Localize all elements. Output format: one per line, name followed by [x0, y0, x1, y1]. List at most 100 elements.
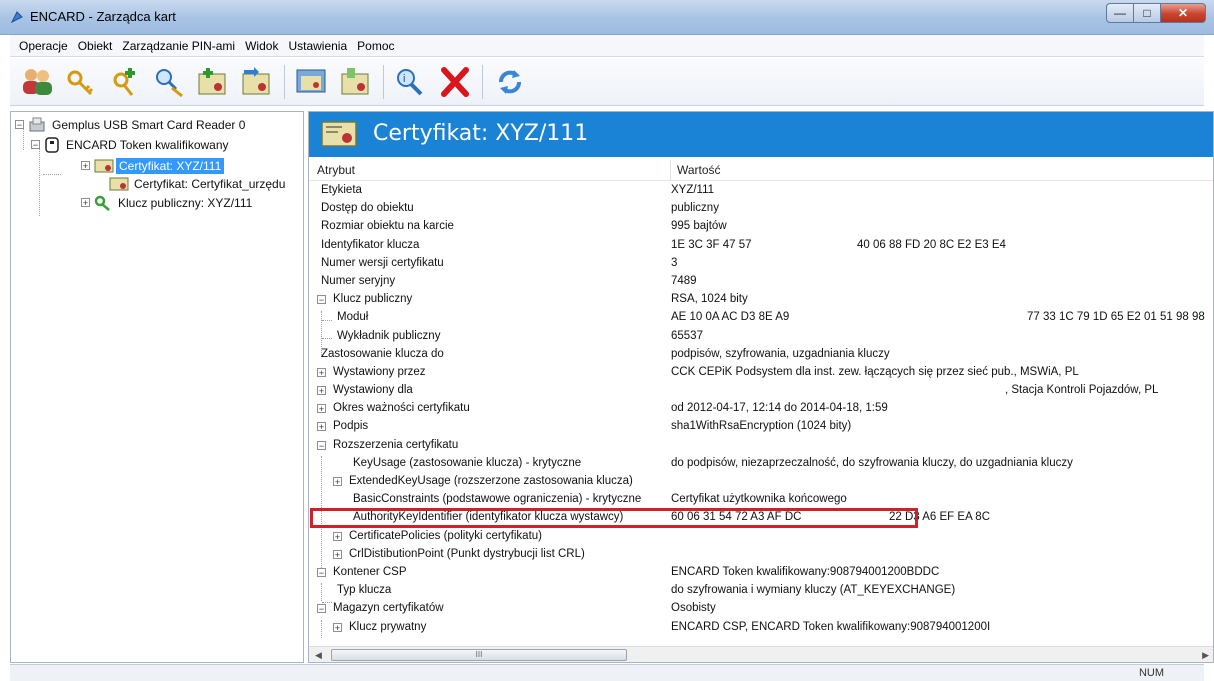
attribute-value-continued: 22 D3 A6 EF EA 8C: [889, 511, 991, 524]
tree-item-reader[interactable]: − Gemplus USB Smart Card Reader 0: [15, 116, 248, 133]
collapse-toggle[interactable]: −: [15, 120, 24, 130]
attribute-row[interactable]: + Podpis sha1WithRsaEncryption (1024 bit…: [309, 418, 1213, 436]
attribute-row[interactable]: Wykładnik publiczny 65537: [309, 328, 1213, 346]
users-button[interactable]: [18, 63, 56, 101]
cert-import-button[interactable]: [337, 63, 375, 101]
delete-icon: [441, 66, 469, 97]
svg-text:i: i: [403, 73, 405, 85]
attribute-row[interactable]: Typ klucza do szyfrowania i wymiany kluc…: [309, 582, 1213, 600]
column-value[interactable]: Wartość: [677, 163, 721, 177]
minimize-button[interactable]: —: [1106, 3, 1133, 23]
search-key-button[interactable]: [150, 63, 188, 101]
attribute-row[interactable]: − Magazyn certyfikatów Osobisty: [309, 600, 1213, 618]
public-key-icon: [94, 195, 110, 211]
expand-toggle[interactable]: +: [317, 404, 326, 414]
menu-widok[interactable]: Widok: [240, 39, 283, 53]
attribute-row[interactable]: Dostęp do obiektu publiczny: [309, 200, 1213, 218]
attribute-name: Dostęp do obiektu: [321, 202, 414, 215]
horizontal-scrollbar[interactable]: ◀ III ▶: [309, 646, 1213, 662]
close-button[interactable]: ✕: [1160, 3, 1206, 23]
tree-line: [43, 174, 61, 175]
expand-toggle[interactable]: +: [317, 386, 326, 396]
delete-button[interactable]: [436, 63, 474, 101]
attribute-row[interactable]: AuthorityKeyIdentifier (identyfikator kl…: [309, 509, 1213, 527]
attribute-name: Okres ważności certyfikatu: [333, 402, 470, 415]
attribute-row[interactable]: + ExtendedKeyUsage (rozszerzone zastosow…: [309, 473, 1213, 491]
attribute-row[interactable]: Numer wersji certyfikatu 3: [309, 255, 1213, 273]
attribute-name: Rozszerzenia certyfikatu: [333, 438, 459, 451]
expand-toggle[interactable]: +: [333, 622, 342, 632]
attribute-row[interactable]: − Rozszerzenia certyfikatu: [309, 437, 1213, 455]
tree-item-token[interactable]: − ENCARD Token kwalifikowany: [31, 136, 232, 153]
refresh-button[interactable]: [491, 63, 529, 101]
menu-zarzadzanie-pin[interactable]: Zarządzanie PIN-ami: [117, 39, 240, 53]
attribute-row[interactable]: KeyUsage (zastosowanie klucza) - krytycz…: [309, 455, 1213, 473]
collapse-toggle[interactable]: −: [317, 295, 326, 305]
cert-export-button[interactable]: [238, 63, 276, 101]
attribute-value: 65537: [671, 329, 703, 342]
attribute-row[interactable]: Etykieta XYZ/111: [309, 182, 1213, 200]
attribute-value: 1E 3C 3F 47 57: [671, 238, 752, 251]
tree-item-certificate-xyz[interactable]: + Certyfikat: XYZ/111: [81, 157, 225, 174]
cert-view-button[interactable]: [293, 63, 331, 101]
attribute-name: Podpis: [333, 420, 369, 433]
attribute-row[interactable]: + CrlDistibutionPoint (Punkt dystrybucji…: [309, 546, 1213, 564]
attribute-row[interactable]: + Wystawiony dla , Stacja Kontroli Pojaz…: [309, 382, 1213, 400]
column-attr[interactable]: Atrybut: [317, 163, 355, 177]
card-reader-icon: [29, 117, 45, 131]
expand-toggle[interactable]: +: [317, 422, 326, 432]
attribute-row[interactable]: − Kontener CSP ENCARD Token kwalifikowan…: [309, 564, 1213, 582]
collapse-toggle[interactable]: −: [317, 440, 326, 450]
collapse-toggle[interactable]: −: [31, 140, 40, 150]
expand-toggle[interactable]: +: [333, 531, 342, 541]
expand-toggle[interactable]: +: [317, 367, 326, 377]
expand-toggle[interactable]: +: [81, 198, 90, 208]
attribute-row[interactable]: Numer seryjny 7489: [309, 273, 1213, 291]
attribute-row[interactable]: BasicConstraints (podstawowe ograniczeni…: [309, 491, 1213, 509]
attribute-row[interactable]: Zastosowanie klucza do podpisów, szyfrow…: [309, 346, 1213, 364]
scrollbar-thumb[interactable]: III: [331, 649, 627, 661]
tree-item-public-key[interactable]: + Klucz publiczny: XYZ/111: [81, 194, 255, 211]
expand-toggle[interactable]: +: [333, 549, 342, 559]
attribute-name: AuthorityKeyIdentifier (identyfikator kl…: [353, 511, 624, 524]
attribute-row[interactable]: Moduł AE 10 0A AC D3 8E A9 77 33 1C 79 1…: [309, 309, 1213, 327]
help-button[interactable]: i: [392, 63, 430, 101]
detail-title: Certyfikat: XYZ/111: [373, 121, 589, 146]
expand-toggle[interactable]: +: [81, 161, 90, 171]
menu-operacje[interactable]: Operacje: [14, 39, 73, 53]
attribute-name: Numer seryjny: [321, 274, 396, 287]
menu-pomoc[interactable]: Pomoc: [352, 39, 399, 53]
attribute-row[interactable]: + Wystawiony przez CCK CEPiK Podsystem d…: [309, 364, 1213, 382]
attribute-name: KeyUsage (zastosowanie klucza) - krytycz…: [353, 456, 582, 469]
app-icon: [10, 11, 23, 24]
attribute-value: CCK CEPiK Podsystem dla inst. zew. łączą…: [671, 365, 1079, 378]
key-search-button[interactable]: [62, 63, 100, 101]
attribute-row[interactable]: + Klucz prywatny ENCARD CSP, ENCARD Toke…: [309, 619, 1213, 637]
key-add-button[interactable]: [106, 63, 144, 101]
scroll-right-icon[interactable]: ▶: [1202, 650, 1209, 661]
menu-obiekt[interactable]: Obiekt: [73, 39, 118, 53]
maximize-button[interactable]: □: [1133, 3, 1160, 23]
attribute-row[interactable]: Rozmiar obiektu na karcie 995 bajtów: [309, 218, 1213, 236]
detail-panel: Certyfikat: XYZ/111 Atrybut Wartość Etyk…: [308, 111, 1214, 663]
cert-add-button[interactable]: [194, 63, 232, 101]
collapse-toggle[interactable]: −: [317, 567, 326, 577]
scroll-left-icon[interactable]: ◀: [315, 650, 322, 661]
tree-item-certificate-urzedu[interactable]: Certyfikat: Certyfikat_urzędu: [109, 175, 288, 192]
attribute-name: Zastosowanie klucza do: [321, 347, 444, 360]
attribute-row-validity[interactable]: + Okres ważności certyfikatu od 2012-04-…: [309, 400, 1213, 418]
attribute-name: Typ klucza: [337, 584, 392, 597]
attribute-value: publiczny: [671, 202, 719, 215]
collapse-toggle[interactable]: −: [317, 604, 326, 614]
menu-ustawienia[interactable]: Ustawienia: [283, 39, 352, 53]
token-icon: [45, 136, 59, 153]
attribute-row[interactable]: + CertificatePolicies (polityki certyfik…: [309, 528, 1213, 546]
attribute-name: Etykieta: [321, 184, 362, 196]
expand-toggle[interactable]: +: [333, 477, 342, 487]
attribute-row[interactable]: − Klucz publiczny RSA, 1024 bity: [309, 291, 1213, 309]
object-tree: − Gemplus USB Smart Card Reader 0 − ENCA…: [10, 111, 304, 663]
column-divider[interactable]: [670, 160, 671, 180]
attribute-row[interactable]: Identyfikator klucza 1E 3C 3F 47 57 40 0…: [309, 237, 1213, 255]
attribute-value-continued: 40 06 88 FD 20 8C E2 E3 E4: [857, 238, 1006, 251]
attribute-name: Rozmiar obiektu na karcie: [321, 220, 454, 233]
